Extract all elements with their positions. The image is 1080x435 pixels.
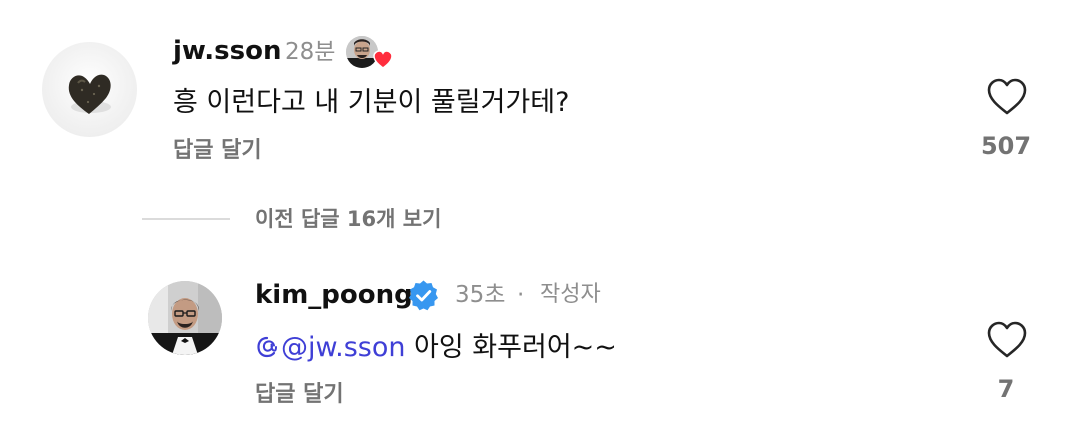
heart-stone-image [68, 74, 111, 114]
avatar-jw-sson[interactable] [42, 42, 137, 137]
heart-outline-icon[interactable] [986, 320, 1028, 360]
comment-username[interactable]: jw.sson [173, 36, 281, 66]
comment-timestamp: 35초 [455, 282, 506, 308]
mention-username[interactable]: @jw.sson [281, 332, 405, 363]
mention-link[interactable]: @jw.sson [255, 332, 405, 363]
thread-divider-line [142, 218, 230, 220]
reply-button[interactable]: 답글 달기 [173, 137, 262, 165]
verified-badge-icon [407, 279, 440, 312]
like-count: 7 [997, 375, 1015, 403]
heart-outline-icon[interactable] [986, 77, 1028, 117]
comment-timestamp: 28분 [285, 39, 336, 65]
author-liked-indicator [345, 34, 397, 70]
like-count: 507 [980, 132, 1032, 160]
comment-text: @jw.sson 아잉 화푸러어~~ [255, 331, 617, 365]
author-heart-icon [373, 50, 393, 69]
reply-button[interactable]: 답글 달기 [255, 381, 344, 409]
view-previous-replies-label[interactable]: 이전 답글 16개 보기 [255, 205, 441, 233]
comment-text: 흥 이런다고 내 기분이 풀릴거가테? [173, 87, 570, 118]
comment-username[interactable]: kim_poong [255, 279, 413, 311]
meta-separator: · [517, 282, 525, 308]
author-badge: 작성자 [540, 282, 601, 307]
profile-photo-image [148, 281, 222, 355]
comment-body: 아잉 화푸러어~~ [405, 332, 617, 363]
avatar-kim-poong[interactable] [148, 281, 222, 355]
threads-at-icon [257, 336, 277, 358]
